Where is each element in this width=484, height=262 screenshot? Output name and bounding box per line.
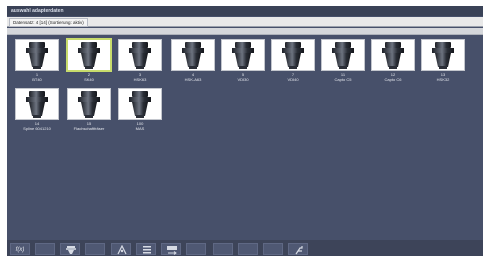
adapter-name: MAS [135, 126, 145, 131]
adapter-image [171, 39, 215, 71]
adapter-image [15, 88, 59, 120]
toolbar-button[interactable] [288, 243, 308, 255]
adapter-image [67, 39, 111, 71]
adapter-image [421, 39, 465, 71]
adapter-name: BT40 [32, 77, 42, 82]
toolbar-button[interactable] [213, 243, 233, 255]
adapter-image [67, 88, 111, 120]
adapter-tile[interactable]: 12 Capto C6 [369, 39, 417, 83]
adapter-name: Spline 6041210 [23, 126, 51, 131]
adapter-tile[interactable]: 5 VDI30 [219, 39, 267, 83]
adapter-tile[interactable]: 15 Flachschaftfräser [65, 88, 113, 132]
adapter-image [118, 39, 162, 71]
adapter-image [371, 39, 415, 71]
record-status-label: Datensatz: 4 [14] (Sortierung: aktiv) [9, 18, 88, 27]
toolbar-button[interactable]: f(x) [10, 243, 30, 255]
adapter-tile[interactable]: 14 Spline 6041210 [13, 88, 61, 132]
adapter-name: SK40 [84, 77, 94, 82]
adapter-name: Capto C5 [334, 77, 352, 82]
adapter-tile[interactable]: 1 BT40 [13, 39, 61, 83]
adapter-name: Capto C6 [384, 77, 402, 82]
adapter-image [221, 39, 265, 71]
toolbar-button[interactable] [186, 243, 206, 255]
toolbar-button[interactable] [60, 243, 80, 255]
adapter-name: HSK63 [133, 77, 147, 82]
function-icon: f(x) [15, 247, 25, 253]
toolbar-button[interactable] [85, 243, 105, 255]
adapter-tile[interactable]: 3 HSK63 [116, 39, 164, 83]
adapter-tile[interactable]: 2 SK40 [65, 39, 113, 83]
adapter-tile[interactable]: 7 VDI40 [269, 39, 317, 83]
adapter-name: VDI40 [287, 77, 299, 82]
adapter-tile[interactable]: 13 HSK32 [419, 39, 467, 83]
adapter-tile[interactable]: 4 HSK-A63 [169, 39, 217, 83]
adapter-selection-window: auswahl adapterdaten Datensatz: 4 [14] (… [7, 6, 483, 256]
adapter-name: Flachschaftfräser [73, 126, 105, 131]
bottom-toolbar: f(x) [7, 240, 483, 256]
toolbar-button[interactable] [111, 243, 131, 255]
adapter-tile[interactable]: 100 MAS [116, 88, 164, 132]
adapter-tile[interactable]: 11 Capto C5 [319, 39, 367, 83]
toolbar-button[interactable] [35, 243, 55, 255]
filter-bar: Datensatz: 4 [14] (Sortierung: aktiv) [7, 17, 483, 27]
window-title: auswahl adapterdaten [7, 6, 483, 16]
adapter-image [15, 39, 59, 71]
adapter-image [271, 39, 315, 71]
toolbar-button[interactable] [238, 243, 258, 255]
adapter-name: VDI30 [237, 77, 249, 82]
adapter-name: HSK32 [436, 77, 450, 82]
adapter-grid: 1 BT40 2 SK40 3 HSK63 4 HSK-A63 5 VDI30 7 VDI40 11 Ca… [13, 39, 479, 239]
adapter-name: HSK-A63 [184, 77, 202, 82]
adapter-image [321, 39, 365, 71]
separator-strip [7, 28, 483, 35]
adapter-image [118, 88, 162, 120]
toolbar-button[interactable] [161, 243, 181, 255]
toolbar-button[interactable] [263, 243, 283, 255]
toolbar-button[interactable] [136, 243, 156, 255]
